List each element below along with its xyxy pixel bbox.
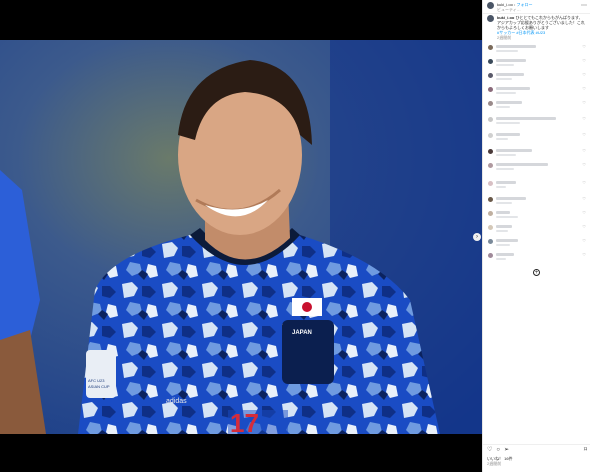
chevron-right-icon[interactable]: ›	[473, 233, 481, 241]
heart-icon[interactable]: ♡	[582, 148, 586, 153]
comment-item: ♡	[487, 132, 589, 144]
heart-icon[interactable]: ♡	[582, 100, 586, 105]
post-date: 2週間前	[487, 461, 502, 466]
comment-list: ♡ ♡ ♡ ♡ ♡ ♡ ♡ ♡ ♡ ♡ ♡ ♡ ♡ ♡ ♡	[487, 40, 589, 275]
action-bar: ♡ ○ ➢ ⌑	[487, 447, 587, 455]
heart-icon[interactable]: ♡	[582, 224, 586, 229]
caption-line2: アジアカップ応援ありがとうございました！これからもよろしくお願いします	[497, 20, 585, 30]
comment-item: ♡	[487, 148, 589, 160]
comment-item: ♡	[487, 116, 589, 128]
more-options-icon[interactable]: ⋯	[581, 3, 587, 9]
heart-icon[interactable]: ♡	[582, 86, 586, 91]
comment-item: ♡	[487, 238, 589, 250]
comment-item: ♡	[487, 196, 589, 208]
jersey-number: 17	[230, 408, 259, 434]
heart-icon[interactable]: ♡	[582, 196, 586, 201]
post-header: kuki_i.oo • フォロー ビューティ…	[487, 2, 587, 12]
comment-item: ♡	[487, 58, 589, 70]
heart-icon[interactable]: ♡	[582, 116, 586, 121]
actions-divider	[483, 444, 590, 445]
post-photo: JAPAN 17 AFC U23 ASIAN CUP adidas	[0, 40, 482, 434]
comment-icon[interactable]: ○	[496, 447, 500, 455]
heart-icon[interactable]: ♡	[582, 58, 586, 63]
heart-icon[interactable]: ♡	[582, 238, 586, 243]
plus-circle-icon[interactable]: +	[533, 269, 540, 276]
comment-item: ♡	[487, 180, 589, 192]
post-panel: kuki_i.oo • フォロー ビューティ… ⋯ kuki_i.oo ひととて…	[482, 0, 590, 472]
caption-avatar[interactable]	[487, 15, 494, 22]
comment-item: ♡	[487, 210, 589, 222]
image-viewer: JAPAN 17 AFC U23 ASIAN CUP adidas ›	[0, 0, 482, 472]
comment-item: ♡	[487, 86, 589, 98]
jersey-text: JAPAN	[292, 330, 312, 336]
comment-item: ♡	[487, 44, 589, 56]
heart-icon[interactable]: ♡	[582, 252, 586, 257]
comment-item: ♡	[487, 100, 589, 112]
comment-item: ♡	[487, 252, 589, 264]
location[interactable]: ビューティ…	[497, 7, 532, 12]
heart-icon[interactable]: ♡	[582, 132, 586, 137]
comment-item: ♡	[487, 224, 589, 236]
bookmark-icon[interactable]: ⌑	[584, 447, 587, 455]
header-divider	[483, 13, 590, 14]
comment-item: ♡	[487, 72, 589, 84]
heart-icon[interactable]: ♡	[582, 72, 586, 77]
likes-section: いいね！ 16件 2週間前	[487, 456, 587, 466]
comment-item: ♡	[487, 162, 589, 174]
sponsor-logo: adidas	[166, 398, 187, 405]
heart-icon[interactable]: ♡	[582, 162, 586, 167]
heart-icon[interactable]: ♡	[582, 180, 586, 185]
avatar[interactable]	[487, 2, 494, 9]
badge-line2: ASIAN CUP	[88, 384, 110, 389]
badge-line1: AFC U23	[88, 378, 105, 383]
heart-icon[interactable]: ♡	[582, 210, 586, 215]
share-icon[interactable]: ➢	[504, 447, 509, 455]
heart-icon[interactable]: ♡	[582, 44, 586, 49]
heart-icon[interactable]: ♡	[487, 447, 492, 455]
caption: kuki_i.oo ひととてもこれからもがんばります、 アジアカップ応援ありがと…	[487, 15, 587, 40]
